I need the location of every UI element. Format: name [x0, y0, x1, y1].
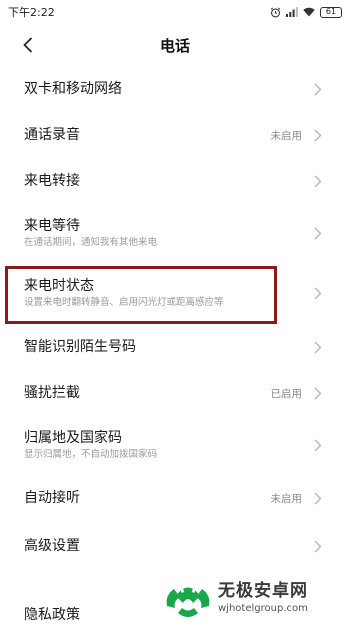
- chevron-right-icon: [314, 341, 322, 353]
- item-subtitle: 在通话期间，通知我有其他来电: [24, 237, 158, 248]
- item-text: 高级设置: [24, 537, 314, 555]
- chevron-right-icon: [314, 227, 322, 239]
- item-title: 高级设置: [24, 538, 80, 554]
- settings-list: 双卡和移动网络 通话录音 未启用 来电转接 来电等待 在通话期间，通知我有其他来…: [0, 66, 350, 638]
- chevron-right-icon: [314, 175, 322, 187]
- watermark-title: 无极安卓网: [218, 581, 308, 601]
- back-button[interactable]: [14, 31, 42, 59]
- chevron-right-icon: [314, 287, 322, 299]
- setting-advanced[interactable]: 高级设置: [0, 522, 350, 570]
- chevron-right-icon: [314, 83, 322, 95]
- setting-location-country-code[interactable]: 归属地及国家码 显示归属地，不自动加拨国家码: [0, 416, 350, 474]
- alarm-icon: [270, 7, 281, 17]
- android-logo-icon: [166, 587, 210, 617]
- item-subtitle: 显示归属地，不自动加拨国家码: [24, 449, 158, 460]
- item-title: 归属地及国家码: [24, 430, 122, 446]
- status-icons: 61: [270, 6, 342, 18]
- watermark-text: 无极安卓网 wjhotelgroup.com: [218, 580, 308, 615]
- item-title: 骚扰拦截: [24, 385, 80, 401]
- setting-smart-caller-id[interactable]: 智能识别陌生号码: [0, 324, 350, 370]
- nav-bar: 电话: [0, 24, 350, 66]
- chevron-right-icon: [314, 129, 322, 141]
- item-text: 智能识别陌生号码: [24, 338, 314, 356]
- item-text: 来电等待 在通话期间，通知我有其他来电: [24, 217, 314, 249]
- item-status: 未启用: [270, 492, 303, 505]
- setting-call-forwarding[interactable]: 来电转接: [0, 158, 350, 204]
- item-status: 已启用: [270, 387, 303, 400]
- item-title: 来电等待: [24, 218, 80, 234]
- setting-auto-answer[interactable]: 自动接听 未启用: [0, 474, 350, 522]
- setting-spam-blocking[interactable]: 骚扰拦截 已启用: [0, 370, 350, 416]
- item-text: 双卡和移动网络: [24, 80, 314, 98]
- battery-icon: 61: [320, 6, 342, 18]
- status-time: 下午2:22: [8, 6, 55, 19]
- item-title: 自动接听: [24, 490, 80, 506]
- item-title: 智能识别陌生号码: [24, 339, 136, 355]
- item-text: 来电时状态 设置来电时翻转静音、启用闪光灯或距离感应等: [24, 277, 314, 309]
- item-text: 归属地及国家码 显示归属地，不自动加拨国家码: [24, 429, 314, 461]
- watermark-url: wjhotelgroup.com: [218, 603, 308, 614]
- item-title: 来电转接: [24, 173, 80, 189]
- item-text: 自动接听: [24, 489, 271, 507]
- item-title: 双卡和移动网络: [24, 81, 122, 97]
- item-text: 来电转接: [24, 172, 314, 190]
- chevron-right-icon: [314, 439, 322, 451]
- battery-level: 61: [325, 7, 337, 16]
- item-status: 未启用: [270, 129, 303, 142]
- setting-incoming-call-state[interactable]: 来电时状态 设置来电时翻转静音、启用闪光灯或距离感应等: [0, 262, 350, 324]
- setting-call-recording[interactable]: 通话录音 未启用: [0, 112, 350, 158]
- setting-call-waiting[interactable]: 来电等待 在通话期间，通知我有其他来电: [0, 204, 350, 262]
- item-title: 来电时状态: [24, 278, 94, 294]
- signal-icon: [286, 7, 298, 17]
- item-text: 骚扰拦截: [24, 384, 271, 402]
- watermark: 无极安卓网 wjhotelgroup.com: [160, 573, 350, 622]
- chevron-right-icon: [314, 540, 322, 552]
- item-subtitle: 设置来电时翻转静音、启用闪光灯或距离感应等: [24, 297, 224, 308]
- chevron-right-icon: [314, 387, 322, 399]
- wifi-icon: [303, 7, 315, 17]
- chevron-right-icon: [314, 492, 322, 504]
- item-title: 通话录音: [24, 127, 80, 143]
- page-title: 电话: [159, 36, 190, 55]
- item-text: 通话录音: [24, 126, 271, 144]
- back-arrow-icon: [23, 37, 33, 53]
- setting-dual-sim-network[interactable]: 双卡和移动网络: [0, 66, 350, 112]
- status-bar: 下午2:22 61: [0, 0, 350, 24]
